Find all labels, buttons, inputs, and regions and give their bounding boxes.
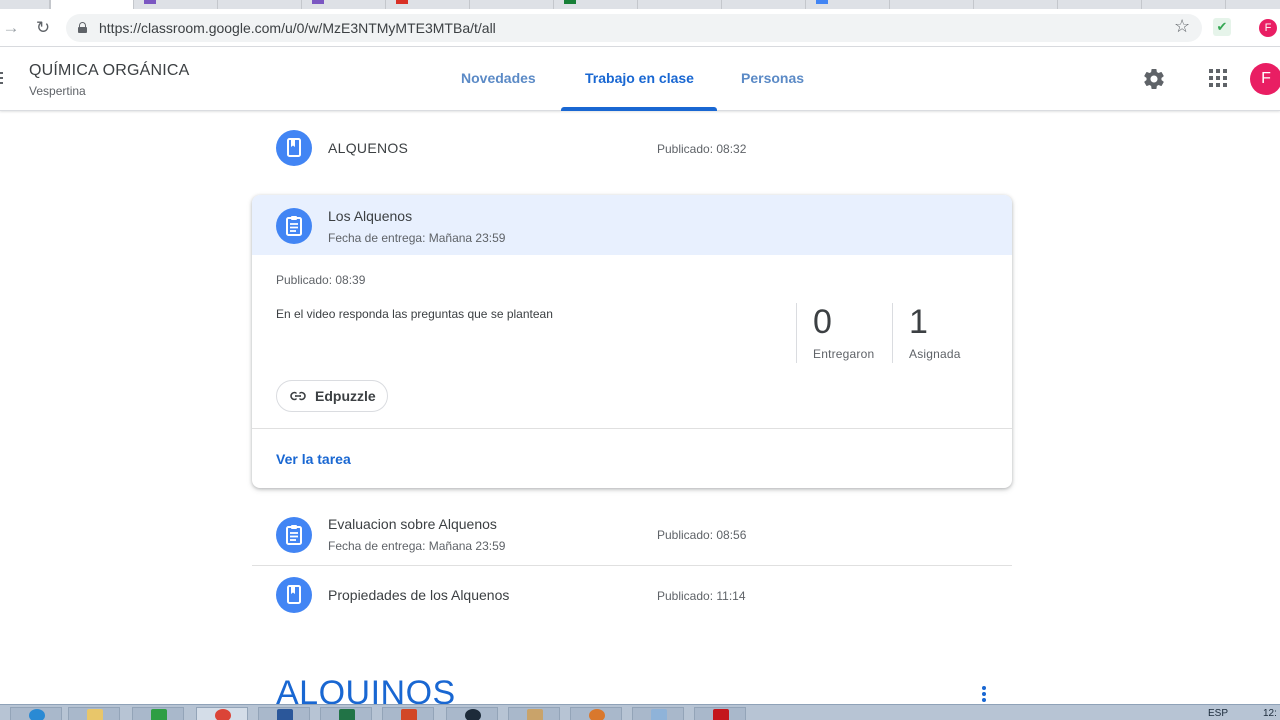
- google-apps-icon[interactable]: [1209, 69, 1227, 87]
- browser-tab[interactable]: [0, 0, 50, 9]
- taskbar-app-icon[interactable]: [632, 707, 684, 720]
- material-icon: [276, 130, 312, 166]
- taskbar-app-icon[interactable]: [508, 707, 560, 720]
- assigned-stat[interactable]: 1 Asignada: [892, 303, 961, 363]
- assigned-label: Asignada: [909, 347, 961, 361]
- material-icon: [276, 577, 312, 613]
- browser-tab-strip: [0, 0, 1280, 9]
- classroom-header: QUÍMICA ORGÁNICA Vespertina Novedades Tr…: [0, 47, 1280, 111]
- account-avatar[interactable]: F: [1250, 63, 1280, 95]
- tab-trabajo-en-clase[interactable]: Trabajo en clase: [585, 70, 694, 86]
- system-clock[interactable]: 12:: [1263, 708, 1277, 719]
- settings-gear-icon[interactable]: [1142, 67, 1166, 91]
- taskbar-ie-icon[interactable]: [10, 707, 62, 720]
- url-text[interactable]: https://classroom.google.com/u/0/w/MzE3N…: [99, 20, 496, 36]
- browser-tab[interactable]: [554, 0, 638, 9]
- turned-in-label: Entregaron: [813, 347, 875, 361]
- browser-tab[interactable]: [638, 0, 722, 9]
- language-indicator[interactable]: ESP: [1208, 708, 1228, 719]
- item-posted-time: Publicado: 08:56: [657, 528, 747, 542]
- assigned-count: 1: [909, 303, 928, 341]
- more-options-icon[interactable]: [982, 686, 986, 704]
- link-icon: [290, 391, 306, 401]
- browser-tab-active[interactable]: [50, 0, 134, 9]
- taskbar-app-icon[interactable]: [446, 707, 498, 720]
- taskbar-app-icon[interactable]: [694, 707, 746, 720]
- extension-icon[interactable]: ✔: [1213, 18, 1231, 36]
- browser-tab[interactable]: [386, 0, 470, 9]
- assignment-title[interactable]: Los Alquenos: [328, 208, 412, 224]
- browser-tab[interactable]: [218, 0, 302, 9]
- card-divider: [252, 428, 1012, 429]
- assignment-description: En el video responda las preguntas que s…: [276, 307, 553, 321]
- browser-tab[interactable]: [722, 0, 806, 9]
- browser-tab[interactable]: [302, 0, 386, 9]
- item-posted-time: Publicado: 11:14: [657, 589, 746, 603]
- assignment-icon: [276, 517, 312, 553]
- assignment-icon: [276, 208, 312, 244]
- taskbar-chrome-icon[interactable]: [196, 707, 248, 720]
- item-title[interactable]: ALQUENOS: [328, 140, 408, 156]
- expanded-assignment-card: Los Alquenos Fecha de entrega: Mañana 23…: [252, 195, 1012, 488]
- address-bar[interactable]: https://classroom.google.com/u/0/w/MzE3N…: [66, 14, 1202, 42]
- browser-tab[interactable]: [974, 0, 1058, 9]
- assignment-posted-time: Publicado: 08:39: [276, 273, 366, 287]
- browser-tab[interactable]: [890, 0, 974, 9]
- taskbar-app-icon[interactable]: [570, 707, 622, 720]
- turned-in-stat[interactable]: 0 Entregaron: [796, 303, 874, 363]
- turned-in-count: 0: [813, 303, 832, 341]
- classwork-item-material[interactable]: Propiedades de los Alquenos Publicado: 1…: [252, 577, 1012, 613]
- assignment-header[interactable]: Los Alquenos Fecha de entrega: Mañana 23…: [252, 195, 1012, 255]
- item-title[interactable]: Propiedades de los Alquenos: [328, 587, 509, 603]
- browser-tab[interactable]: [134, 0, 218, 9]
- item-posted-time: Publicado: 08:32: [657, 142, 747, 156]
- taskbar-powerpoint-icon[interactable]: [382, 707, 434, 720]
- classwork-item-material[interactable]: ALQUENOS Publicado: 08:32: [252, 130, 1012, 166]
- browser-tab[interactable]: [1058, 0, 1142, 9]
- class-name[interactable]: QUÍMICA ORGÁNICA: [29, 62, 190, 80]
- forward-arrow-icon[interactable]: →: [2, 19, 20, 37]
- item-title[interactable]: Evaluacion sobre Alquenos: [328, 516, 497, 532]
- browser-tab[interactable]: [470, 0, 554, 9]
- item-due-date: Fecha de entrega: Mañana 23:59: [328, 539, 506, 553]
- taskbar-excel-icon[interactable]: [320, 707, 372, 720]
- assignment-due-date: Fecha de entrega: Mañana 23:59: [328, 231, 506, 245]
- hamburger-menu-icon[interactable]: [0, 72, 3, 86]
- lock-icon: [78, 22, 87, 33]
- browser-toolbar: → ↻ https://classroom.google.com/u/0/w/M…: [0, 9, 1280, 47]
- bookmark-star-icon[interactable]: ☆: [1174, 16, 1190, 37]
- attachment-chip[interactable]: Edpuzzle: [276, 380, 388, 412]
- taskbar-explorer-icon[interactable]: [68, 707, 120, 720]
- windows-taskbar: ESP 12:: [0, 704, 1280, 720]
- tab-novedades[interactable]: Novedades: [461, 70, 536, 86]
- class-section: Vespertina: [29, 84, 86, 98]
- view-assignment-link[interactable]: Ver la tarea: [276, 451, 351, 467]
- browser-tab[interactable]: [1142, 0, 1226, 9]
- list-divider: [252, 565, 1012, 566]
- classwork-item-assignment[interactable]: Evaluacion sobre Alquenos Fecha de entre…: [252, 506, 1012, 556]
- taskbar-app-icon[interactable]: [132, 707, 184, 720]
- browser-profile-icon[interactable]: F: [1259, 19, 1277, 37]
- tab-personas[interactable]: Personas: [741, 70, 804, 86]
- browser-tab[interactable]: [806, 0, 890, 9]
- reload-icon[interactable]: ↻: [34, 19, 52, 37]
- active-tab-indicator: [561, 107, 717, 111]
- attachment-label[interactable]: Edpuzzle: [315, 388, 376, 404]
- taskbar-word-icon[interactable]: [258, 707, 310, 720]
